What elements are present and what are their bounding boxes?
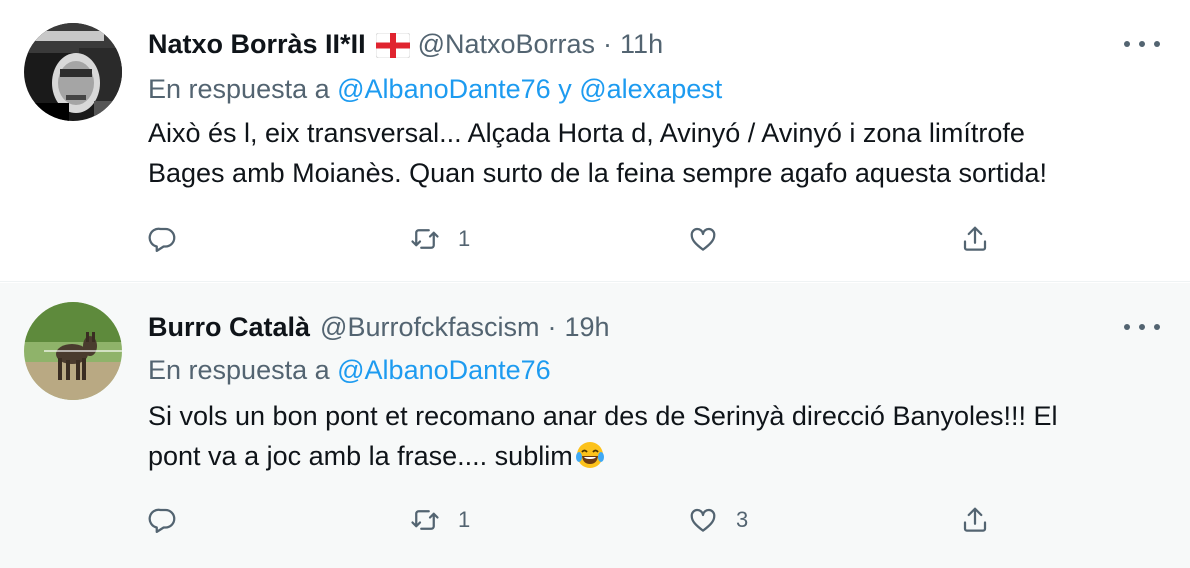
mention-link[interactable]: @alexapest [579,74,722,104]
share-button[interactable] [960,500,990,540]
england-flag-icon [375,32,411,58]
user-handle[interactable]: @Burrofckfascism [320,310,539,344]
action-bar: 1 3 [148,500,1160,540]
tweet-text-line-wrap: pont va a joc amb la frase.... sublim [148,436,1158,476]
tweet-text-line: pont va a joc amb la frase.... sublim [148,441,573,471]
display-name[interactable]: Natxo Borràs II*II [148,27,366,61]
like-button[interactable] [688,219,736,259]
retweet-icon [411,229,439,249]
tweet-text: Això és l, eix transversal... Alçada Hor… [148,113,1158,193]
reply-button[interactable] [148,219,178,259]
tweet-text-line: Això és l, eix transversal... Alçada Hor… [148,118,1025,148]
retweet-count: 1 [458,507,471,532]
heart-icon [690,508,716,532]
tweet[interactable]: Natxo Borràs II*II @NatxoBorras · 11h En… [0,0,1190,282]
retweet-count: 1 [458,226,471,251]
more-options-icon[interactable] [1124,317,1160,337]
reply-icon [148,508,176,533]
share-button[interactable] [960,219,990,259]
like-count: 3 [736,507,749,532]
user-handle[interactable]: @NatxoBorras [418,27,595,61]
tweet-text: Si vols un bon pont et recomano anar des… [148,396,1158,476]
share-icon [963,226,987,251]
display-name[interactable]: Burro Català [148,310,310,344]
more-options-icon[interactable] [1124,34,1160,54]
timestamp[interactable]: 19h [565,310,610,344]
separator-dot: · [547,312,557,342]
retweet-icon [411,510,439,530]
timestamp[interactable]: 11h [620,27,663,61]
avatar[interactable] [24,23,122,121]
heart-icon [690,227,716,251]
reply-button[interactable] [148,500,178,540]
like-button[interactable]: 3 [688,500,748,540]
replying-to: En respuesta a @AlbanoDante76 y @alexape… [148,72,722,106]
separator-dot: · [603,29,613,59]
tweet-text-line: Bages amb Moianès. Quan surto de la fein… [148,158,1048,188]
retweet-button[interactable]: 1 [410,500,470,540]
replying-prefix: En respuesta a [148,74,330,104]
mention-link[interactable]: @AlbanoDante76 [337,74,551,104]
tweet-header: Natxo Borràs II*II @NatxoBorras · 11h [148,27,663,61]
mention-conjunction: y [558,74,572,104]
replying-to: En respuesta a @AlbanoDante76 [148,353,551,387]
tears-of-joy-emoji-icon [575,440,605,470]
avatar[interactable] [24,302,122,400]
retweet-button[interactable]: 1 [410,219,470,259]
tweet-header: Burro Català @Burrofckfascism · 19h [148,310,610,344]
mention-link[interactable]: @AlbanoDante76 [337,355,551,385]
tweet-text-line: Si vols un bon pont et recomano anar des… [148,401,1058,431]
tweet[interactable]: Burro Català @Burrofckfascism · 19h En r… [0,283,1190,568]
share-icon [963,507,987,532]
replying-prefix: En respuesta a [148,355,330,385]
action-bar: 1 [148,219,1160,259]
reply-icon [148,227,176,252]
